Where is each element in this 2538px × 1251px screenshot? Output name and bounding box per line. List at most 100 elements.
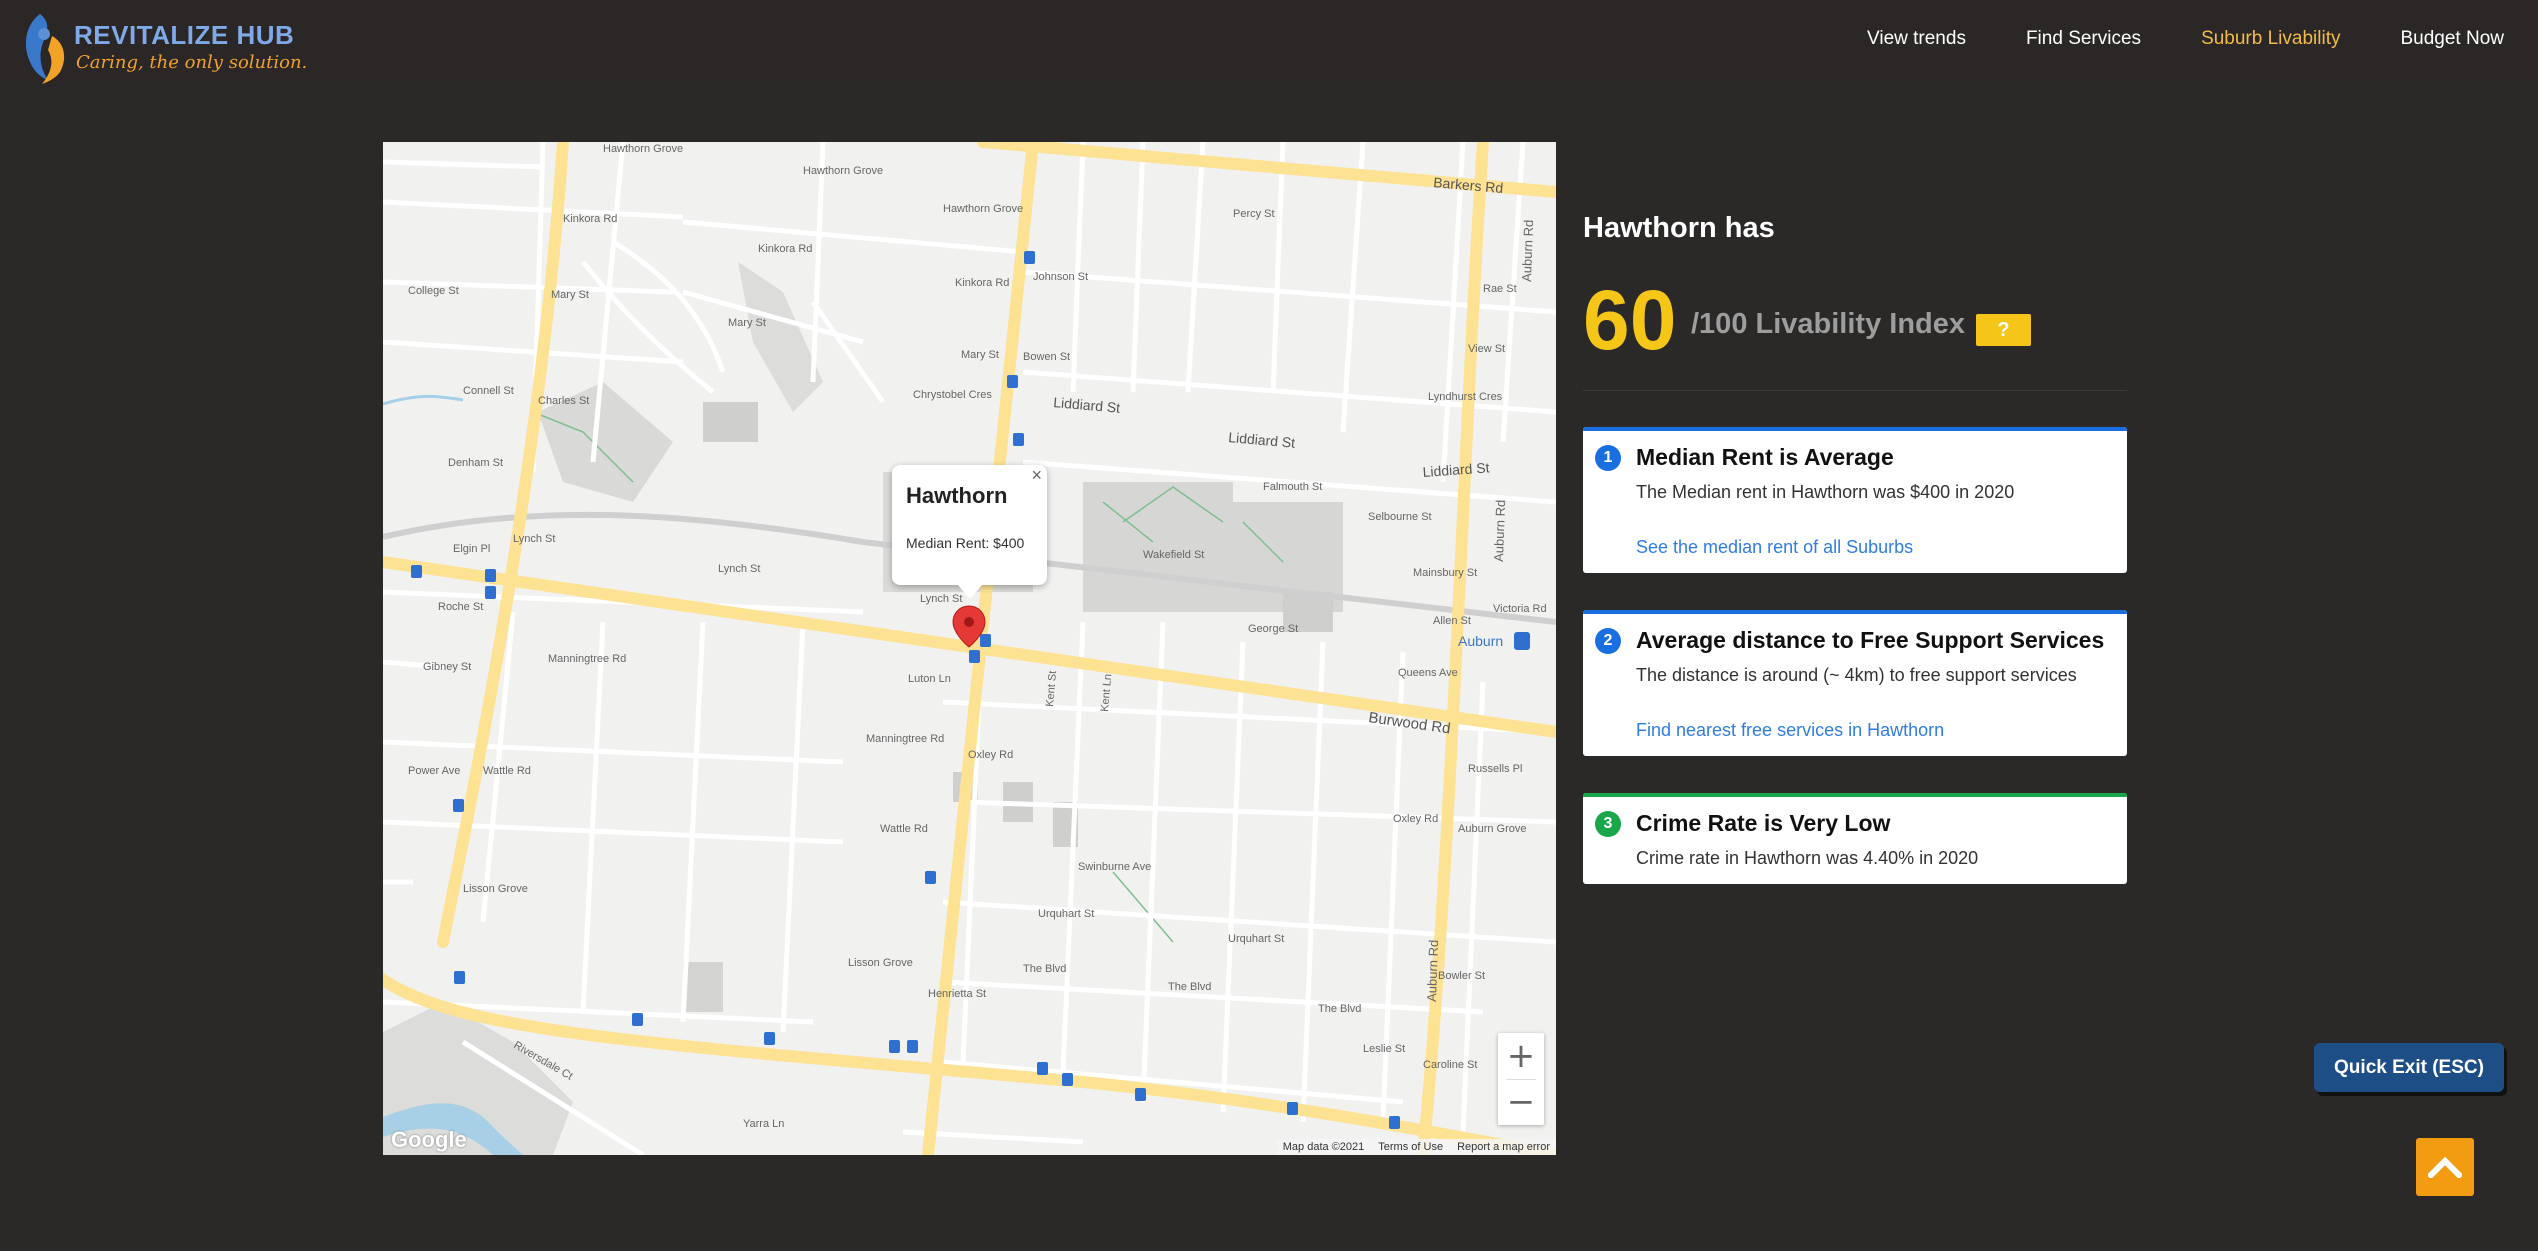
card-title: Average distance to Free Support Service… <box>1636 627 2105 653</box>
nav-budget-now[interactable]: Budget Now <box>2400 28 2504 50</box>
label-mary-st-3: Mary St <box>961 349 999 361</box>
main-nav: View trends Find Services Suburb Livabil… <box>1807 28 2504 50</box>
label-lisson-grove-1: Lisson Grove <box>463 883 528 895</box>
label-wattle-rd-1: Wattle Rd <box>483 765 531 777</box>
support-services-card: 2 Average distance to Free Support Servi… <box>1583 610 2127 756</box>
zoom-in-button[interactable]: + <box>1498 1033 1544 1079</box>
label-mary-st-2: Mary St <box>728 317 766 329</box>
livability-score: 60 <box>1583 273 1677 367</box>
panel-divider <box>1583 390 2127 391</box>
nav-suburb-livability[interactable]: Suburb Livability <box>2201 28 2340 50</box>
scroll-to-top-button[interactable] <box>2416 1138 2474 1196</box>
label-yarra-ln: Yarra Ln <box>743 1118 784 1130</box>
map-attribution: Map data ©2021 Terms of Use Report a map… <box>1276 1139 1556 1155</box>
quick-exit-button[interactable]: Quick Exit (ESC) <box>2314 1043 2504 1092</box>
label-johnson-st: Johnson St <box>1033 271 1088 283</box>
suburb-map[interactable]: Barkers Rd Burwood Rd Liddiard St Liddia… <box>383 142 1556 1155</box>
label-urquhart-st-1: Urquhart St <box>1038 908 1094 920</box>
brand-logo[interactable]: REVITALIZE HUB Caring, the only solution… <box>18 6 307 86</box>
map-canvas[interactable]: Barkers Rd Burwood Rd Liddiard St Liddia… <box>383 142 1556 1155</box>
card-number-badge: 2 <box>1595 628 1621 654</box>
map-info-window: × Hawthorn Median Rent: $400 <box>892 465 1047 599</box>
brand-title: REVITALIZE HUB <box>74 20 295 50</box>
median-rent-link[interactable]: See the median rent of all Suburbs <box>1636 537 1913 558</box>
label-elgin-pl: Elgin Pl <box>453 543 490 555</box>
label-connell-st: Connell St <box>463 385 514 397</box>
label-george-st: George St <box>1248 623 1298 635</box>
label-charles-st: Charles St <box>538 395 589 407</box>
label-selbourne-st: Selbourne St <box>1368 511 1432 523</box>
map-zoom-controls: + − <box>1498 1033 1544 1125</box>
label-oxley-rd-1: Oxley Rd <box>968 749 1013 761</box>
google-logo[interactable]: Google <box>391 1127 467 1153</box>
label-hawthorn-grove-2: Hawthorn Grove <box>803 165 883 177</box>
label-the-blvd-1: The Blvd <box>1023 963 1066 975</box>
label-hawthorn-grove-1: Hawthorn Grove <box>603 143 683 155</box>
label-manningtree-rd-2: Manningtree Rd <box>866 733 944 745</box>
label-oxley-rd-2: Oxley Rd <box>1393 813 1438 825</box>
livability-index-label: /100 Livability Index <box>1691 308 1965 340</box>
terms-of-use-link[interactable]: Terms of Use <box>1378 1141 1443 1153</box>
nearest-services-link[interactable]: Find nearest free services in Hawthorn <box>1636 720 1944 741</box>
label-lisson-grove-2: Lisson Grove <box>848 957 913 969</box>
help-button[interactable]: ? <box>1976 314 2031 346</box>
card-number-badge: 3 <box>1595 811 1621 837</box>
card-text: Crime rate in Hawthorn was 4.40% in 2020 <box>1636 848 1979 868</box>
zoom-out-button[interactable]: − <box>1498 1079 1544 1125</box>
close-icon[interactable]: × <box>1031 465 1042 486</box>
median-rent-card: 1 Median Rent is Average The Median rent… <box>1583 427 2127 573</box>
nav-find-services[interactable]: Find Services <box>2026 28 2141 50</box>
label-auburn-station: Auburn <box>1458 633 1503 649</box>
label-queens-ave: Queens Ave <box>1398 667 1458 679</box>
caring-hands-logo-icon <box>25 14 65 84</box>
label-wattle-rd-2: Wattle Rd <box>880 823 928 835</box>
zoom-divider <box>1506 1079 1536 1080</box>
label-hawthorn-grove-3: Hawthorn Grove <box>943 203 1023 215</box>
report-map-error-link[interactable]: Report a map error <box>1457 1141 1550 1153</box>
label-percy-st: Percy St <box>1233 208 1275 220</box>
card-accent-bar <box>1583 793 2127 797</box>
label-swinburne-ave: Swinburne Ave <box>1078 861 1151 873</box>
nav-view-trends[interactable]: View trends <box>1867 28 1966 50</box>
label-power-ave: Power Ave <box>408 765 460 777</box>
label-victoria-rd: Victoria Rd <box>1493 603 1547 615</box>
label-leslie-st: Leslie St <box>1363 1043 1405 1055</box>
map-data-credit: Map data ©2021 <box>1282 1141 1365 1153</box>
label-bowen-st: Bowen St <box>1023 351 1070 363</box>
label-henrietta-st: Henrietta St <box>928 988 986 1000</box>
label-russells-pl: Russells Pl <box>1468 763 1522 775</box>
card-accent-bar <box>1583 610 2127 614</box>
suburb-heading: Hawthorn has <box>1583 212 1775 244</box>
card-text: The distance is around (~ 4km) to free s… <box>1636 665 2077 685</box>
info-window-text: Median Rent: $400 <box>906 535 1025 551</box>
label-auburn-grove: Auburn Grove <box>1458 823 1526 835</box>
brand-tagline: Caring, the only solution. <box>76 52 308 73</box>
chevron-up-icon <box>2428 1156 2462 1178</box>
card-number-badge: 1 <box>1595 445 1621 471</box>
label-manningtree-rd-1: Manningtree Rd <box>548 653 626 665</box>
label-the-blvd-3: The Blvd <box>1318 1003 1361 1015</box>
label-allen-st: Allen St <box>1433 615 1471 627</box>
label-rae-st: Rae St <box>1483 283 1517 295</box>
label-mary-st-1: Mary St <box>551 289 589 301</box>
label-kinkora-rd-2: Kinkora Rd <box>758 243 812 255</box>
card-title: Median Rent is Average <box>1636 444 1894 470</box>
site-header: REVITALIZE HUB Caring, the only solution… <box>0 0 2538 86</box>
info-window-title: Hawthorn <box>906 483 1008 508</box>
label-lyndhurst-cres: Lyndhurst Cres <box>1428 391 1503 403</box>
label-luton-ln: Luton Ln <box>908 673 951 685</box>
card-accent-bar <box>1583 427 2127 431</box>
label-bowler-st: Bowler St <box>1438 970 1485 982</box>
label-lynch-st-2: Lynch St <box>718 563 760 575</box>
label-auburn-rd-1: Auburn Rd <box>1519 219 1536 282</box>
label-denham-st: Denham St <box>448 457 503 469</box>
card-text: The Median rent in Hawthorn was $400 in … <box>1636 482 2015 502</box>
label-lynch-st-3: Lynch St <box>920 593 962 605</box>
label-gibney-st: Gibney St <box>423 661 471 673</box>
label-kinkora-rd-1: Kinkora Rd <box>563 213 617 225</box>
label-lynch-st-1: Lynch St <box>513 533 555 545</box>
label-wakefield-st: Wakefield St <box>1143 549 1204 561</box>
label-chrystobel-cres: Chrystobel Cres <box>913 389 992 401</box>
label-falmouth-st: Falmouth St <box>1263 481 1322 493</box>
card-title: Crime Rate is Very Low <box>1636 810 1891 836</box>
